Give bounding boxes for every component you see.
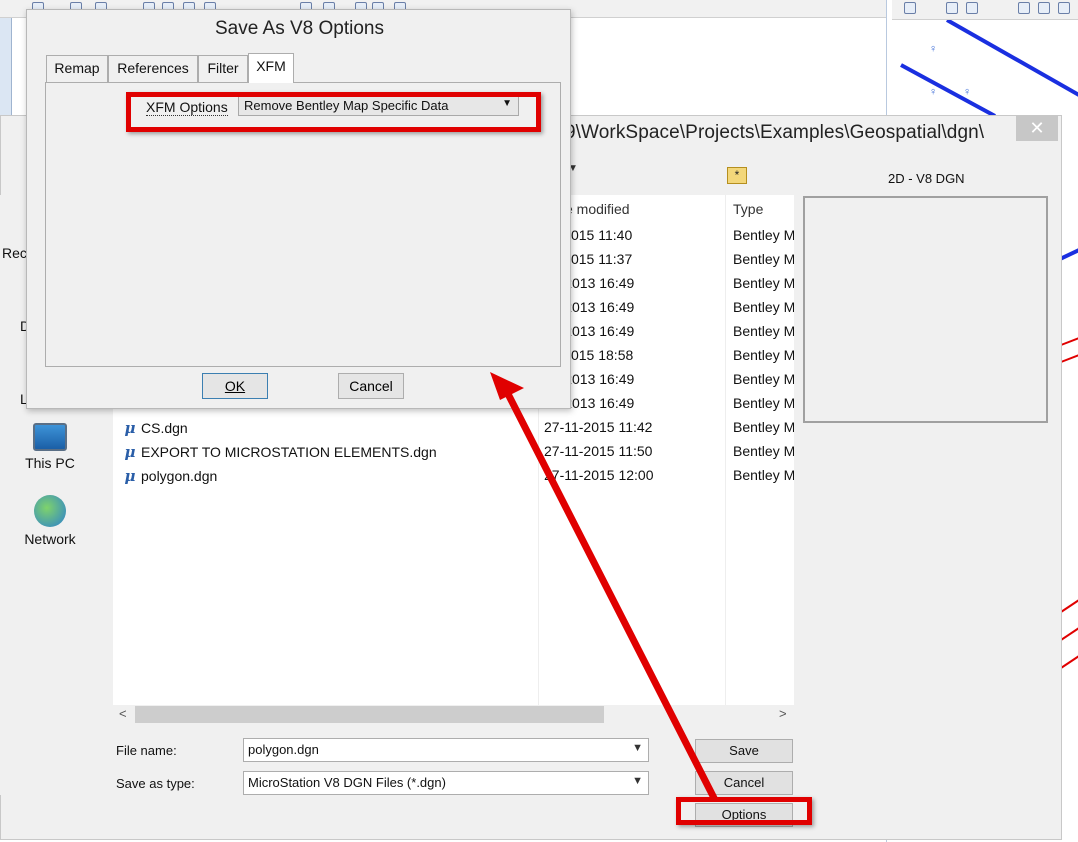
column-header-date[interactable]: e modified — [565, 201, 630, 217]
file-name-label: File name: — [116, 743, 177, 758]
nav-item-this-pc[interactable]: This PC — [0, 423, 100, 471]
nav-item-recent[interactable]: Rec — [2, 245, 27, 261]
nav-label: Network — [24, 531, 76, 547]
file-type-cell[interactable]: Bentley M — [733, 347, 794, 363]
save-type-value: MicroStation V8 DGN Files (*.dgn) — [248, 775, 446, 790]
nav-item-network[interactable]: Network — [0, 495, 100, 547]
file-type-cell[interactable]: Bentley M — [733, 251, 794, 267]
file-name-cell[interactable]: μ CS.dgn — [121, 419, 188, 437]
file-type-cell[interactable]: Bentley M — [733, 419, 794, 435]
background-view-toolbar — [892, 0, 1078, 20]
file-type-cell[interactable]: Bentley M — [733, 395, 794, 411]
options-highlight-box — [676, 797, 812, 825]
tab-references[interactable]: References — [108, 55, 198, 82]
tab-xfm[interactable]: XFM — [248, 53, 294, 83]
nav-label: This PC — [25, 455, 75, 471]
dialog-title: Save As V8 Options — [215, 18, 384, 39]
toolbar-icon[interactable] — [946, 2, 958, 14]
save-button[interactable]: Save — [695, 739, 793, 763]
preview-pane — [803, 196, 1048, 423]
file-name-value: polygon.dgn — [248, 742, 319, 757]
background-left-panel — [0, 18, 12, 128]
close-button[interactable]: ✕ — [1016, 115, 1058, 141]
tab-filter[interactable]: Filter — [198, 55, 248, 82]
v8-cancel-button[interactable]: Cancel — [338, 373, 404, 399]
scroll-right-icon[interactable]: > — [779, 706, 787, 721]
toolbar-icon[interactable] — [1058, 2, 1070, 14]
this-pc-icon — [33, 423, 67, 451]
v8-options-dialog: Save As V8 Options Remap References Filt… — [26, 9, 571, 409]
dropdown-arrow-icon[interactable]: ▼ — [632, 775, 643, 787]
file-date-cell[interactable]: 27-11-2015 11:42 — [544, 419, 652, 435]
preview-title: 2D - V8 DGN — [888, 171, 965, 186]
new-folder-icon[interactable]: * — [727, 167, 747, 184]
file-name-text: CS.dgn — [141, 420, 188, 436]
file-name-input[interactable]: polygon.dgn ▼ — [243, 738, 649, 762]
xfm-highlight-box — [126, 92, 541, 132]
file-date-cell[interactable]: 27-11-2015 12:00 — [544, 467, 654, 483]
svg-text:♀: ♀ — [929, 86, 937, 98]
toolbar-icon[interactable] — [1038, 2, 1050, 14]
column-header-type[interactable]: Type — [733, 201, 763, 217]
save-type-label: Save as type: — [116, 776, 195, 791]
tab-remap[interactable]: Remap — [46, 55, 108, 82]
dropdown-arrow-icon[interactable]: ▼ — [632, 742, 643, 754]
network-icon — [34, 495, 66, 527]
file-date-cell[interactable]: 27-11-2015 11:50 — [544, 443, 652, 459]
scrollbar-thumb[interactable] — [135, 706, 604, 723]
toolbar-icon[interactable] — [966, 2, 978, 14]
file-type-cell[interactable]: Bentley M — [733, 299, 794, 315]
file-type-cell[interactable]: Bentley M — [733, 371, 794, 387]
file-type-cell[interactable]: Bentley M — [733, 443, 794, 459]
file-dgn-icon: μ — [124, 443, 136, 461]
address-bar-path[interactable]: 9\WorkSpace\Projects\Examples\Geospatial… — [565, 122, 984, 144]
file-dgn-icon: μ — [124, 467, 136, 485]
scroll-left-icon[interactable]: < — [119, 706, 127, 721]
file-type-cell[interactable]: Bentley M — [733, 323, 794, 339]
toolbar-icon[interactable] — [1018, 2, 1030, 14]
horizontal-scrollbar[interactable]: < > — [113, 705, 794, 725]
file-type-cell[interactable]: Bentley M — [733, 275, 794, 291]
file-type-cell[interactable]: Bentley M — [733, 227, 794, 243]
file-name-cell[interactable]: μ polygon.dgn — [121, 467, 218, 485]
file-type-cell[interactable]: Bentley M — [733, 467, 794, 483]
ok-button[interactable]: OK — [202, 373, 268, 399]
svg-text:♀: ♀ — [929, 43, 937, 55]
cancel-button[interactable]: Cancel — [695, 771, 793, 795]
file-name-text: EXPORT TO MICROSTATION ELEMENTS.dgn — [141, 444, 437, 460]
svg-text:♀: ♀ — [963, 86, 971, 98]
file-name-cell[interactable]: μ EXPORT TO MICROSTATION ELEMENTS.dgn — [121, 443, 437, 461]
file-name-text: polygon.dgn — [141, 468, 218, 484]
file-dgn-icon: μ — [124, 419, 136, 437]
save-type-select[interactable]: MicroStation V8 DGN Files (*.dgn) ▼ — [243, 771, 649, 795]
toolbar-icon[interactable] — [904, 2, 916, 14]
column-divider[interactable] — [725, 195, 726, 705]
close-icon: ✕ — [1029, 117, 1045, 138]
